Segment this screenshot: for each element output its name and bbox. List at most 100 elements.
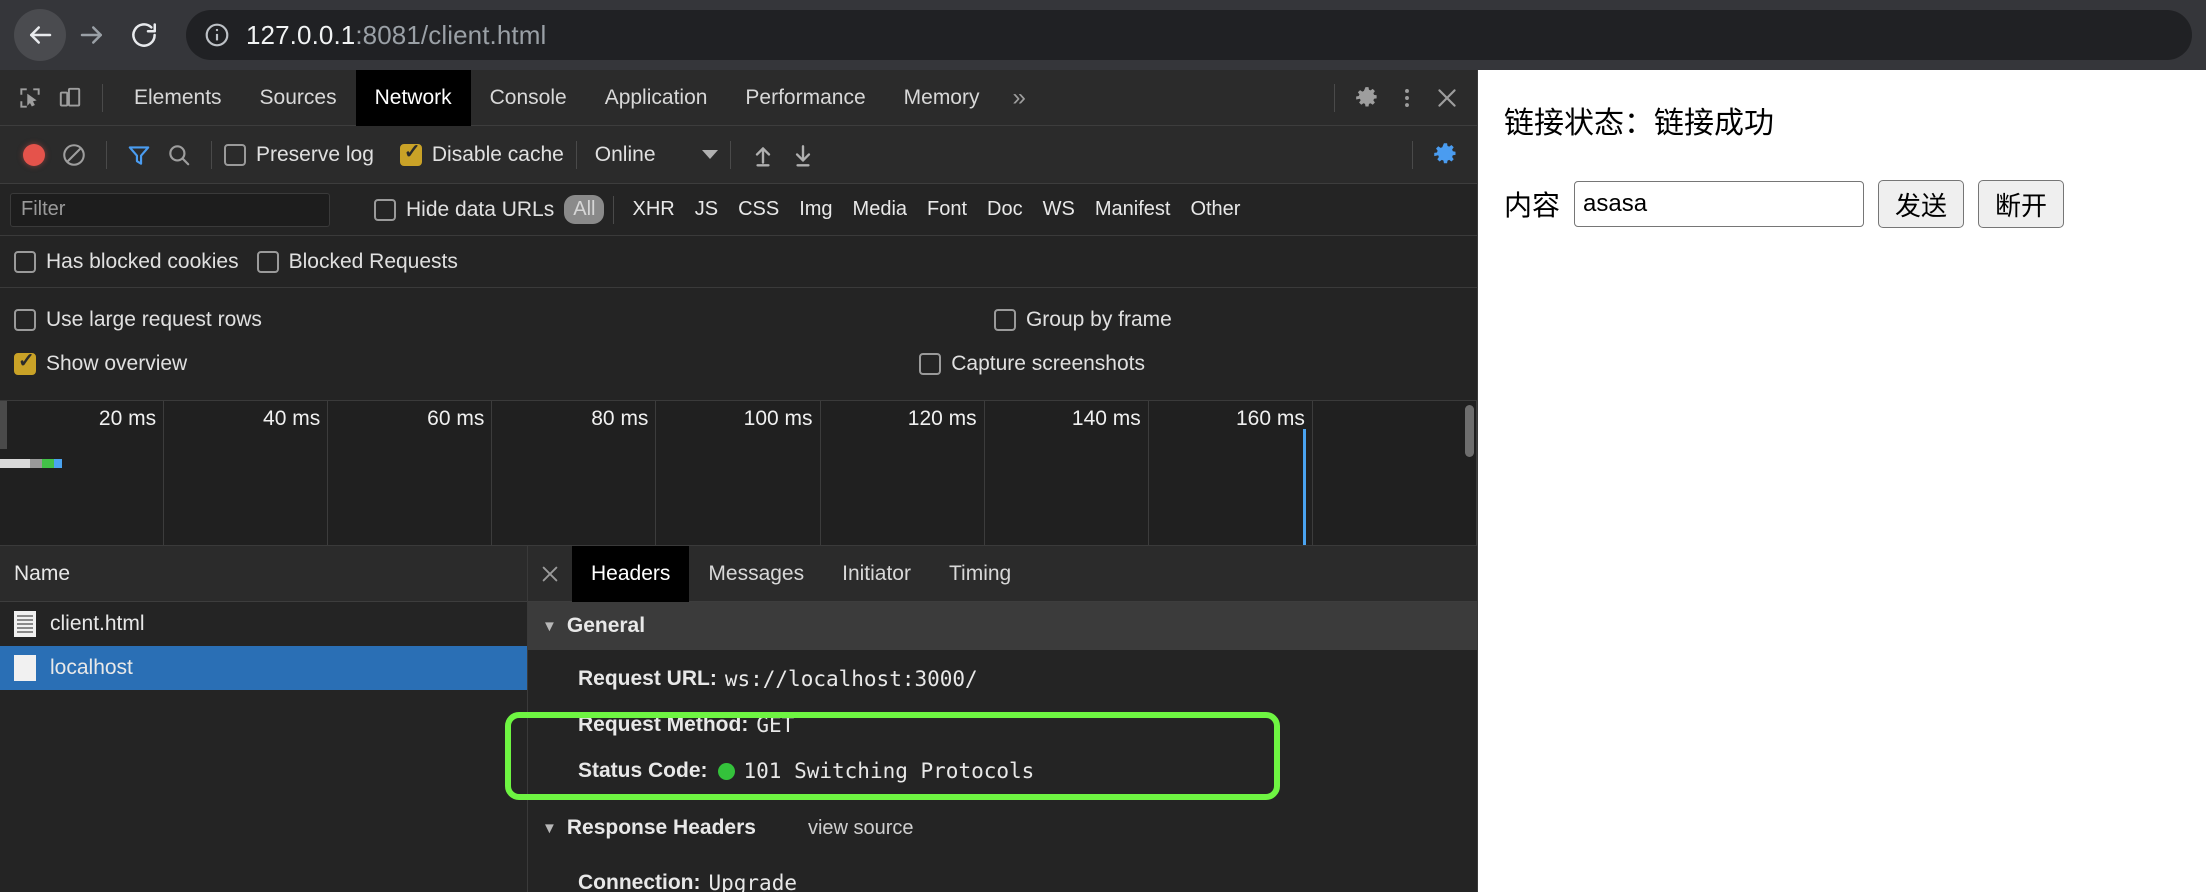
disconnect-button[interactable]: 断开 [1978, 180, 2065, 228]
header-value: Upgrade [708, 871, 797, 892]
overview-tick-label: 140 ms [1071, 407, 1141, 430]
network-overview-timeline[interactable]: 20 ms 40 ms 60 ms 80 ms 100 ms 120 ms 14… [0, 401, 1477, 546]
detail-tab-headers[interactable]: Headers [572, 545, 690, 602]
filter-type-js[interactable]: JS [686, 195, 727, 224]
filter-funnel-icon [128, 145, 150, 165]
show-overview-label: Show overview [46, 352, 188, 375]
throttling-value: Online [594, 142, 656, 166]
browser-toolbar: 127.0.0.1:8081/client.html [0, 0, 2206, 70]
header-key: Connection: [578, 871, 701, 892]
send-button[interactable]: 发送 [1878, 180, 1965, 228]
tab-performance[interactable]: Performance [726, 70, 884, 126]
inspect-element-button[interactable] [10, 78, 50, 118]
overview-scrollbar[interactable] [1465, 405, 1474, 457]
tab-sources[interactable]: Sources [241, 70, 356, 126]
tab-elements[interactable]: Elements [115, 70, 241, 126]
header-row-connection: Connection: Upgrade [528, 854, 1477, 892]
connection-status-text: 链接状态：链接成功 [1504, 106, 1774, 141]
detail-close-button[interactable] [528, 563, 572, 585]
filter-button[interactable] [119, 135, 159, 175]
detail-tab-initiator[interactable]: Initiator [823, 546, 930, 602]
more-tabs-icon[interactable]: » [998, 84, 1039, 112]
column-header-name: Name [14, 561, 71, 585]
devtools-menu-button[interactable] [1387, 78, 1427, 118]
device-toolbar-button[interactable] [50, 78, 90, 118]
url-host: 127.0.0.1 [246, 19, 356, 50]
overview-tick-label: 160 ms [1236, 407, 1305, 430]
url-path: :8081/client.html [355, 19, 547, 50]
filter-type-doc[interactable]: Doc [978, 195, 1032, 224]
headers-body: ▼ General Request URL: ws://localhost:30… [528, 602, 1477, 892]
search-button[interactable] [159, 135, 199, 175]
gear-icon [1433, 143, 1456, 164]
netbar-divider-3 [575, 140, 577, 169]
response-headers-section-header[interactable]: ▼ Response Headers view source [528, 802, 1477, 854]
show-overview-checkbox[interactable]: Show overview [14, 350, 188, 376]
detail-tabbar: Headers Messages Initiator Timing [528, 545, 1477, 602]
info-icon[interactable] [204, 22, 230, 48]
table-row[interactable]: localhost [0, 646, 527, 690]
table-row[interactable]: client.html [0, 602, 527, 646]
forward-button[interactable] [66, 9, 118, 61]
view-source-link[interactable]: view source [808, 817, 914, 840]
close-icon [1438, 88, 1456, 107]
filter-type-media[interactable]: Media [844, 195, 916, 224]
filter-type-font[interactable]: Font [918, 195, 976, 224]
content-input[interactable] [1574, 181, 1865, 227]
network-settings-button[interactable] [1425, 135, 1465, 175]
arrow-right-icon [80, 26, 102, 44]
blocked-filters-row: Has blocked cookies Blocked Requests [0, 236, 1477, 288]
tab-network[interactable]: Network [355, 69, 471, 126]
general-section-header[interactable]: ▼ General [528, 602, 1477, 650]
tab-memory[interactable]: Memory [885, 70, 999, 126]
record-button[interactable] [14, 135, 54, 175]
group-by-frame-checkbox[interactable]: Group by frame [993, 308, 1172, 332]
overview-tick-cell: 140 ms [985, 401, 1149, 545]
blocked-requests-label: Blocked Requests [288, 249, 458, 273]
filter-type-ws[interactable]: WS [1034, 195, 1084, 224]
hide-data-urls-checkbox[interactable]: Hide data URLs [374, 198, 554, 222]
disable-cache-label: Disable cache [431, 142, 564, 166]
arrow-left-icon [30, 26, 52, 44]
record-button-icon [23, 143, 45, 166]
address-bar[interactable]: 127.0.0.1:8081/client.html [186, 10, 2192, 60]
capture-screenshots-checkbox[interactable]: Capture screenshots [919, 352, 1145, 376]
header-row-request-method: Request Method: GET [528, 696, 1477, 742]
throttling-select[interactable]: Online [589, 143, 718, 167]
netbar-divider-5 [1412, 140, 1413, 169]
filter-type-img[interactable]: Img [790, 195, 841, 224]
filter-type-css[interactable]: CSS [729, 195, 788, 224]
filter-type-all[interactable]: All [564, 195, 605, 224]
filter-type-other[interactable]: Other [1181, 195, 1249, 224]
filter-input[interactable]: Filter [10, 192, 330, 227]
detail-tab-messages[interactable]: Messages [689, 546, 823, 602]
has-blocked-cookies-checkbox[interactable]: Has blocked cookies [14, 250, 239, 274]
tab-application[interactable]: Application [586, 70, 727, 126]
header-key: Request Method: [578, 713, 749, 736]
disable-cache-box [399, 141, 422, 166]
overview-tick-cell: 80 ms [492, 401, 657, 545]
back-button[interactable] [14, 9, 66, 61]
network-toolbar-right [1400, 135, 1477, 175]
disable-cache-checkbox[interactable]: Disable cache [399, 141, 564, 167]
tab-console[interactable]: Console [471, 70, 586, 126]
use-large-request-rows-checkbox[interactable]: Use large request rows [14, 308, 262, 332]
import-har-button[interactable] [743, 135, 783, 175]
capture-screenshots-box [919, 353, 942, 375]
filter-type-xhr[interactable]: XHR [623, 195, 683, 224]
request-list-header[interactable]: Name [0, 546, 527, 602]
import-har-icon [755, 146, 770, 166]
blocked-requests-checkbox[interactable]: Blocked Requests [256, 249, 458, 274]
devtools-close-button[interactable] [1427, 78, 1467, 118]
reload-button[interactable] [118, 9, 170, 61]
filter-type-manifest[interactable]: Manifest [1086, 195, 1180, 224]
request-name: localhost [50, 656, 133, 679]
preserve-log-checkbox[interactable]: Preserve log [224, 143, 374, 167]
detail-tab-timing[interactable]: Timing [930, 546, 1030, 602]
clear-button[interactable] [54, 135, 94, 175]
overview-tick-cell: 60 ms [328, 401, 493, 545]
devtools-settings-button[interactable] [1347, 78, 1387, 118]
settings-row-1: Use large request rows Group by frame [14, 298, 1463, 342]
blocked-requests-box [256, 250, 279, 273]
export-har-button[interactable] [783, 135, 823, 175]
